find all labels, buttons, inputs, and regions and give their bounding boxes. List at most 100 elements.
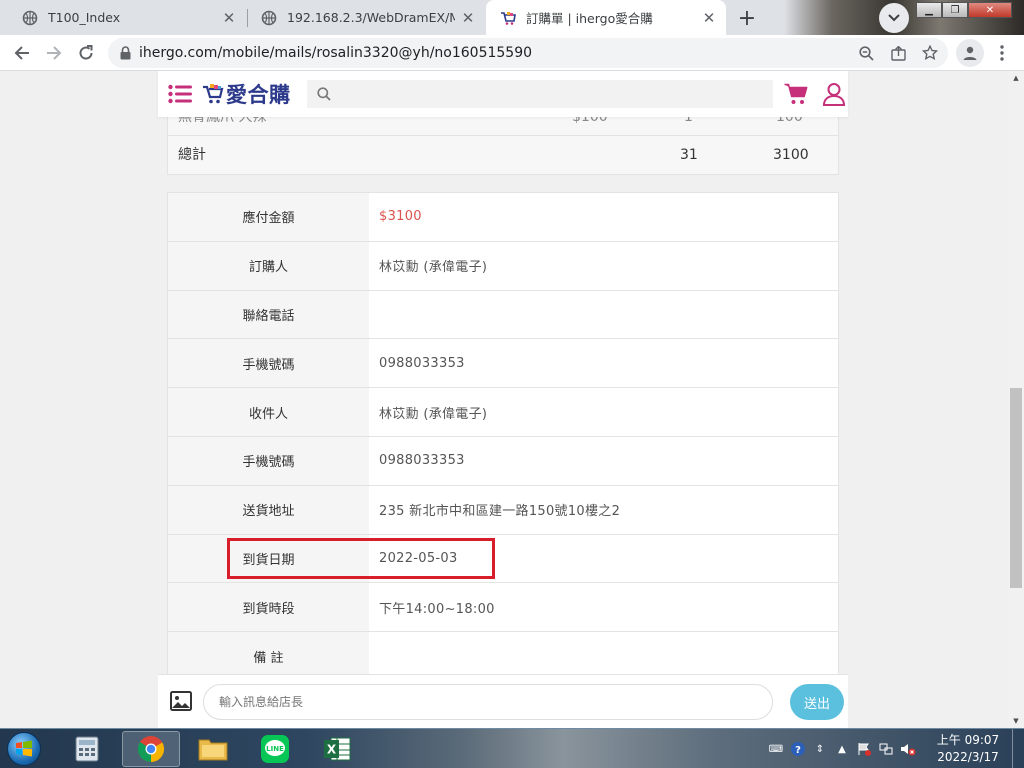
arrow-right-icon bbox=[47, 46, 62, 60]
detail-label: 訂購人 bbox=[168, 241, 369, 290]
page-scrollbar[interactable]: ▲ ▼ bbox=[1008, 71, 1024, 728]
detail-label: 手機號碼 bbox=[168, 436, 369, 485]
shopping-cart-icon[interactable] bbox=[783, 81, 809, 107]
detail-value: 0988033353 bbox=[379, 453, 465, 469]
window-close-button[interactable]: ✕ bbox=[968, 2, 1012, 18]
detail-row-recipient-mobile: 手機號碼 0988033353 bbox=[168, 436, 838, 486]
zoom-icon[interactable] bbox=[854, 41, 878, 65]
site-search-input[interactable] bbox=[338, 81, 773, 107]
detail-row-address: 送貨地址 235 新北市中和區建一路150號10樓之2 bbox=[168, 485, 838, 535]
detail-row-delivery-time: 到貨時段 下午14:00~18:00 bbox=[168, 583, 838, 633]
scroll-up-arrow-icon[interactable]: ▲ bbox=[1008, 71, 1024, 85]
windows-logo-icon bbox=[7, 732, 41, 766]
system-clock[interactable]: 上午 09:07 2022/3/17 bbox=[930, 732, 1006, 766]
detail-value: 0988033353 bbox=[379, 355, 465, 371]
scroll-down-arrow-icon[interactable]: ▼ bbox=[1008, 714, 1024, 728]
logo-cart-icon bbox=[203, 84, 224, 104]
more-vertical-icon bbox=[1000, 45, 1004, 61]
action-center-flag-icon[interactable] bbox=[856, 741, 872, 757]
detail-row-contact-phone: 聯絡電話 bbox=[168, 290, 838, 340]
restore-button[interactable]: ❐ bbox=[942, 2, 968, 18]
show-hidden-icons-icon[interactable]: ▲ bbox=[834, 741, 850, 757]
profile-avatar[interactable] bbox=[956, 39, 984, 67]
detail-value: 林苡勳 (承偉電子) bbox=[379, 260, 488, 276]
reload-button[interactable] bbox=[72, 39, 100, 67]
detail-label: 應付金額 bbox=[168, 193, 369, 241]
bookmark-star-icon[interactable] bbox=[918, 41, 942, 65]
menu-list-icon[interactable] bbox=[168, 83, 192, 105]
user-account-icon[interactable] bbox=[821, 81, 847, 107]
back-button[interactable] bbox=[8, 39, 36, 67]
help-icon[interactable]: ? bbox=[790, 741, 806, 757]
detail-value: 下午14:00~18:00 bbox=[379, 601, 495, 617]
send-message-button[interactable]: 送出 bbox=[790, 684, 844, 720]
detail-label: 聯絡電話 bbox=[168, 290, 369, 339]
omnibox-actions bbox=[854, 41, 942, 65]
chat-message-input[interactable] bbox=[203, 684, 773, 720]
detail-value bbox=[369, 291, 838, 339]
minimize-button[interactable]: ▁ bbox=[916, 2, 942, 18]
clock-time: 上午 09:07 bbox=[936, 733, 1000, 747]
taskbar-file-explorer[interactable] bbox=[184, 731, 242, 767]
taskbar-excel[interactable]: X bbox=[308, 731, 366, 767]
arrow-left-icon bbox=[14, 46, 29, 60]
chrome-icon bbox=[137, 736, 165, 763]
detail-row-orderer: 訂購人 林苡勳 (承偉電子) bbox=[168, 241, 838, 291]
chevron-down-icon bbox=[888, 14, 900, 22]
tab-search-button[interactable] bbox=[879, 3, 909, 33]
excel-icon: X bbox=[324, 737, 351, 761]
show-desktop-button[interactable] bbox=[1012, 729, 1024, 768]
network-icon[interactable] bbox=[878, 741, 894, 757]
detail-value: 林苡勳 (承偉電子) bbox=[379, 406, 488, 422]
keyboard-icon[interactable]: ⌨ bbox=[768, 741, 784, 757]
scrollbar-thumb[interactable] bbox=[1010, 388, 1022, 588]
detail-label: 手機號碼 bbox=[168, 339, 369, 388]
address-bar[interactable]: ihergo.com/mobile/mails/rosalin3320@yh/n… bbox=[108, 38, 948, 68]
browser-menu-button[interactable] bbox=[990, 39, 1014, 67]
detail-label: 到貨時段 bbox=[168, 583, 369, 632]
total-label: 總計 bbox=[178, 147, 206, 163]
order-detail-table: 應付金額 $3100 訂購人 林苡勳 (承偉電子) 聯絡電話 手機號碼 0988… bbox=[167, 192, 839, 682]
site-search-bar[interactable] bbox=[306, 80, 773, 108]
calculator-icon bbox=[75, 736, 99, 762]
svg-text:?: ? bbox=[795, 745, 801, 756]
start-button[interactable] bbox=[4, 730, 44, 768]
new-tab-button[interactable]: + bbox=[733, 5, 761, 31]
total-row: 總計 31 3100 bbox=[168, 136, 838, 174]
taskbar-calculator[interactable] bbox=[58, 731, 116, 767]
reload-icon bbox=[79, 45, 93, 60]
input-method-icon[interactable]: ⇕ bbox=[812, 741, 828, 757]
globe-icon bbox=[22, 10, 38, 25]
close-tab-icon[interactable]: ✕ bbox=[220, 9, 238, 27]
svg-text:LINE: LINE bbox=[266, 745, 284, 753]
tab-label: T100_Index bbox=[48, 10, 121, 25]
site-logo[interactable]: 愛合購 bbox=[202, 79, 291, 109]
image-upload-icon[interactable] bbox=[170, 690, 192, 712]
volume-muted-icon[interactable] bbox=[900, 741, 916, 757]
tab-webdramex[interactable]: 192.168.2.3/WebDramEX/Main ✕ bbox=[247, 0, 485, 35]
tab-t100-index[interactable]: T100_Index ✕ bbox=[8, 0, 246, 35]
detail-row-recipient: 收件人 林苡勳 (承偉電子) bbox=[168, 388, 838, 437]
taskbar-line[interactable]: LINE bbox=[246, 731, 304, 767]
tab-order-form[interactable]: 訂購單 | ihergo愛合購 ✕ bbox=[486, 0, 726, 35]
lock-icon[interactable] bbox=[120, 46, 131, 60]
chat-bar: 送出 bbox=[158, 674, 848, 728]
close-tab-icon[interactable]: ✕ bbox=[700, 9, 718, 27]
taskbar-chrome[interactable] bbox=[122, 731, 180, 767]
forward-button[interactable] bbox=[40, 39, 68, 67]
detail-value bbox=[369, 632, 838, 680]
total-amount: 3100 bbox=[773, 147, 809, 163]
clock-date: 2022/3/17 bbox=[937, 750, 999, 764]
search-icon bbox=[316, 87, 331, 101]
detail-row-amount-due: 應付金額 $3100 bbox=[168, 193, 838, 242]
tab-label: 192.168.2.3/WebDramEX/Main bbox=[287, 10, 455, 25]
line-app-icon: LINE bbox=[261, 735, 289, 763]
amount-due-value: $3100 bbox=[379, 209, 422, 225]
folder-icon bbox=[198, 739, 228, 761]
windows-taskbar: LINE X ⌨ ? ⇕ ▲ 上午 09:07 2022/3/17 bbox=[0, 728, 1024, 768]
close-tab-icon[interactable]: ✕ bbox=[459, 9, 477, 27]
window-controls: ▁ ❐ ✕ bbox=[916, 2, 1012, 19]
site-header: 愛合購 bbox=[158, 71, 848, 117]
share-icon[interactable] bbox=[886, 41, 910, 65]
delivery-date-highlight-box bbox=[227, 538, 495, 579]
